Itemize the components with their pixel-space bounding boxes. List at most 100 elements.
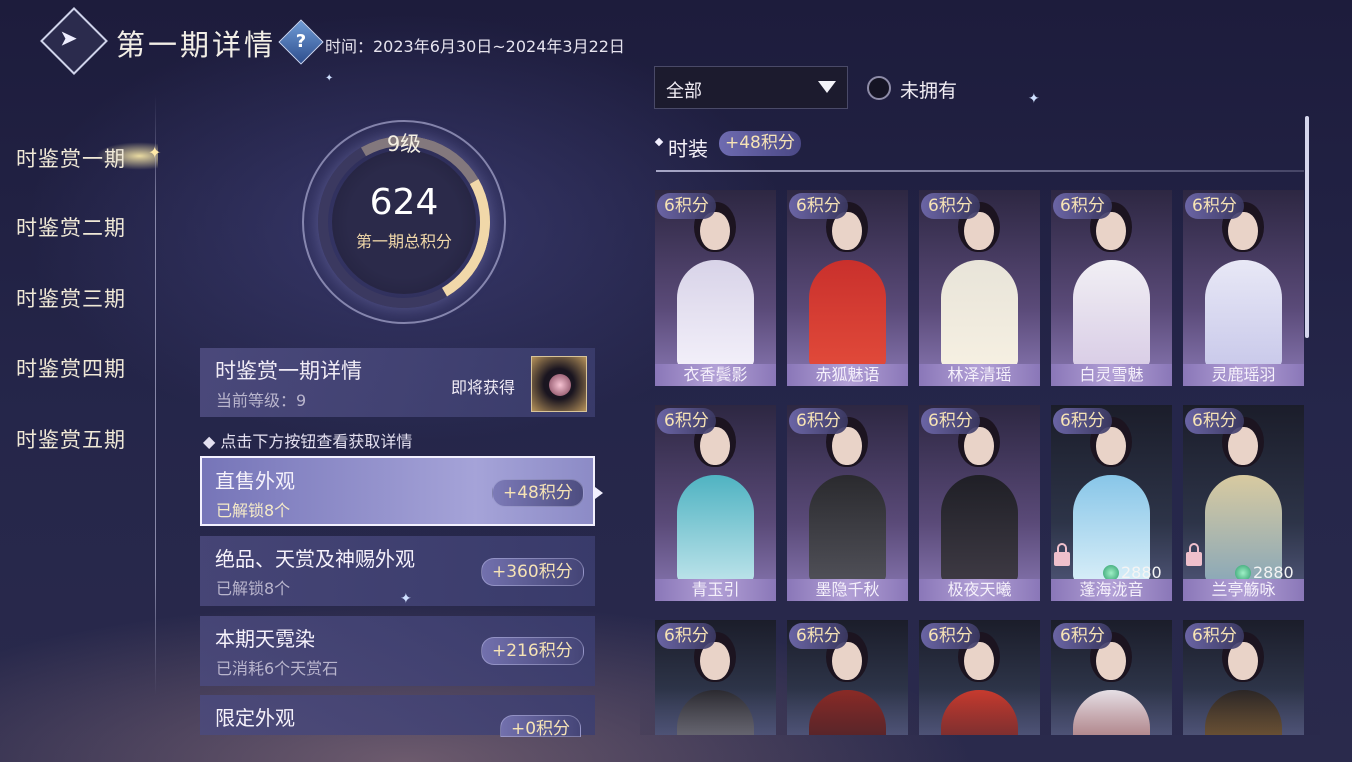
current-level-text: 当前等级：9 <box>216 391 307 410</box>
total-score-value: 624 <box>369 182 439 223</box>
triangle-down-icon <box>818 81 836 93</box>
filter-selected-value: 全部 <box>666 81 702 102</box>
costume-figure <box>1205 690 1282 735</box>
costume-card[interactable]: 6积分 <box>1051 620 1172 735</box>
costume-points-badge: 6积分 <box>921 408 980 434</box>
costume-name: 白灵雪魅 <box>1051 364 1172 386</box>
costume-points-badge: 6积分 <box>921 623 980 649</box>
hint-text: ◆ 点击下方按钮查看获取详情 <box>203 432 413 451</box>
sparkle-icon: ✦ <box>400 591 412 607</box>
costume-name: 林泽清瑶 <box>919 364 1040 386</box>
costume-card[interactable]: 6积分赤狐魅语 <box>787 190 908 386</box>
nav-item-period-5[interactable]: 时鉴赏五期 <box>16 424 126 454</box>
costume-figure <box>809 475 886 583</box>
costume-figure <box>677 475 754 583</box>
sparkle-icon: ✦ <box>1028 91 1040 107</box>
costume-card[interactable]: 6积分白灵雪魅 <box>1051 190 1172 386</box>
costume-card[interactable]: 6积分极夜天曦 <box>919 405 1040 601</box>
category-title: 绝品、天赏及神赐外观 <box>215 547 415 571</box>
grid-scrollbar[interactable] <box>1305 116 1309 338</box>
category-points-badge: +48积分 <box>492 479 584 507</box>
section-divider <box>656 170 1304 172</box>
costume-card[interactable]: 6积分 2880 兰亭觞咏 <box>1183 405 1304 601</box>
section-title: 时装 <box>668 137 708 161</box>
unowned-filter-radio[interactable] <box>867 76 891 100</box>
section-bullet-icon <box>654 137 664 147</box>
category-points-badge: +360积分 <box>481 558 584 586</box>
nav-item-period-4[interactable]: 时鉴赏四期 <box>16 353 126 383</box>
costume-points-badge: 6积分 <box>1053 623 1112 649</box>
costume-name: 墨隐千秋 <box>787 579 908 601</box>
costume-name: 赤狐魅语 <box>787 364 908 386</box>
costume-points-badge: 6积分 <box>789 623 848 649</box>
lock-icon <box>1186 543 1202 566</box>
costume-card[interactable]: 6积分 <box>655 620 776 735</box>
costume-name: 青玉引 <box>655 579 776 601</box>
sparkle-icon: ✦ <box>325 73 334 84</box>
costume-figure <box>1073 690 1150 735</box>
costume-figure <box>941 690 1018 735</box>
category-subtitle: 已消耗6个天赏石 <box>216 659 339 678</box>
category-title: 直售外观 <box>215 469 295 493</box>
active-category-pointer-icon <box>595 487 603 499</box>
period-detail-title: 时鉴赏一期详情 <box>215 359 362 383</box>
nav-item-period-2[interactable]: 时鉴赏二期 <box>16 212 126 242</box>
costume-figure <box>677 690 754 735</box>
costume-points-badge: 6积分 <box>921 193 980 219</box>
period-time: 时间：2023年6月30日~2024年3月22日 <box>325 37 625 56</box>
costume-card[interactable]: 6积分林泽清瑶 <box>919 190 1040 386</box>
category-title: 本期天霓染 <box>215 627 315 651</box>
lock-icon <box>1054 543 1070 566</box>
category-points-badge: +0积分 <box>500 715 582 737</box>
page-title: 第一期详情 <box>116 28 277 62</box>
costume-card[interactable]: 6积分 灵鹿瑶羽 <box>1183 190 1304 386</box>
costume-name: 蓬海泷音 <box>1051 579 1172 601</box>
costume-figure <box>677 260 754 368</box>
costume-figure <box>1073 260 1150 368</box>
costume-points-badge: 6积分 <box>657 408 716 434</box>
costume-points-badge: 6积分 <box>657 623 716 649</box>
costume-name: 极夜天曦 <box>919 579 1040 601</box>
costume-card[interactable]: 6积分 <box>1183 620 1304 735</box>
costume-card[interactable]: 6积分 <box>787 620 908 735</box>
costume-points-badge: 6积分 <box>1185 623 1244 649</box>
costume-points-badge: 6积分 <box>789 408 848 434</box>
costume-figure <box>1205 260 1282 368</box>
costume-name: 兰亭觞咏 <box>1183 579 1304 601</box>
costume-card[interactable]: 6积分 2880 蓬海泷音 <box>1051 405 1172 601</box>
costume-name: 衣香鬓影 <box>655 364 776 386</box>
nav-item-period-3[interactable]: 时鉴赏三期 <box>16 283 126 313</box>
nav-active-marker-icon: ✦ <box>148 143 162 162</box>
upcoming-reward-label: 即将获得 <box>451 378 516 397</box>
costume-figure <box>809 690 886 735</box>
costume-card[interactable]: 6积分墨隐千秋 <box>787 405 908 601</box>
costume-card[interactable]: 6积分 <box>919 620 1040 735</box>
total-score-label: 第一期总积分 <box>355 232 452 251</box>
costume-card[interactable]: 6积分衣香鬓影 <box>655 190 776 386</box>
nav-item-period-1[interactable]: 时鉴赏一期 <box>16 143 126 173</box>
category-subtitle: 已解锁8个 <box>216 579 291 598</box>
upcoming-reward-item[interactable] <box>531 356 587 412</box>
nav-divider <box>155 95 156 695</box>
section-points-badge: +48积分 <box>719 131 801 156</box>
costume-figure <box>941 475 1018 583</box>
reward-orb-icon <box>549 374 571 396</box>
costume-card[interactable]: 6积分青玉引 <box>655 405 776 601</box>
level-text: 9级 <box>386 132 422 156</box>
question-icon: ? <box>295 31 307 52</box>
category-subtitle: 已解锁8个 <box>216 501 291 520</box>
back-button[interactable]: ➤ <box>40 7 108 75</box>
costume-points-badge: 6积分 <box>1185 408 1244 434</box>
unowned-filter-label[interactable]: 未拥有 <box>900 76 957 103</box>
costume-figure <box>809 260 886 368</box>
costume-points-badge: 6积分 <box>657 193 716 219</box>
back-arrow-icon: ➤ <box>59 26 78 52</box>
costume-points-badge: 6积分 <box>789 193 848 219</box>
category-title: 限定外观 <box>215 706 295 730</box>
costume-figure <box>941 260 1018 368</box>
category-points-badge: +216积分 <box>481 637 584 665</box>
costume-points-badge: 6积分 <box>1053 408 1112 434</box>
help-button[interactable]: ? <box>278 19 324 65</box>
costume-points-badge: 6积分 <box>1053 193 1112 219</box>
costume-points-badge: 6积分 <box>1185 193 1244 219</box>
